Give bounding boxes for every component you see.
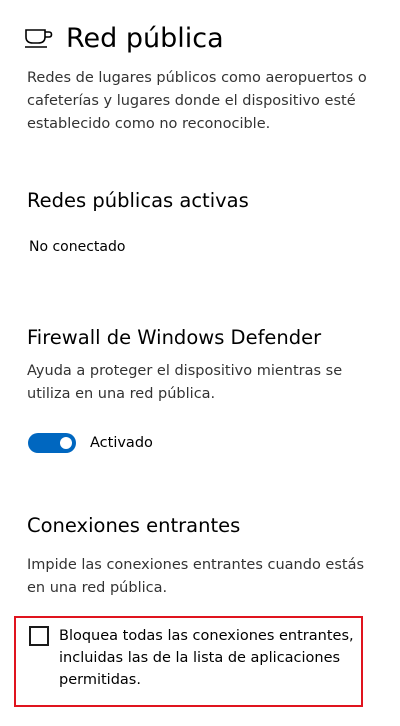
toggle-knob: [60, 437, 72, 449]
firewall-description: Ayuda a proteger el dispositivo mientras…: [27, 363, 343, 402]
block-incoming-checkbox-label[interactable]: Bloquea todas las conexiones entrantes, …: [59, 625, 359, 691]
firewall-toggle[interactable]: [28, 433, 76, 453]
incoming-connections-description: Impide las conexiones entrantes cuando e…: [27, 557, 365, 596]
firewall-toggle-label: Activado: [90, 435, 153, 451]
page-title: Red pública: [66, 22, 224, 54]
coffee-cup-icon: [25, 29, 53, 48]
active-networks-heading: Redes públicas activas: [27, 189, 249, 212]
firewall-heading: Firewall de Windows Defender: [27, 326, 322, 349]
page-header: Red pública: [24, 16, 224, 60]
block-incoming-checkbox[interactable]: [29, 626, 49, 646]
incoming-connections-heading: Conexiones entrantes: [27, 514, 241, 537]
network-status-text: No conectado: [29, 239, 126, 255]
intro-description: Redes de lugares públicos como aeropuert…: [27, 70, 367, 132]
